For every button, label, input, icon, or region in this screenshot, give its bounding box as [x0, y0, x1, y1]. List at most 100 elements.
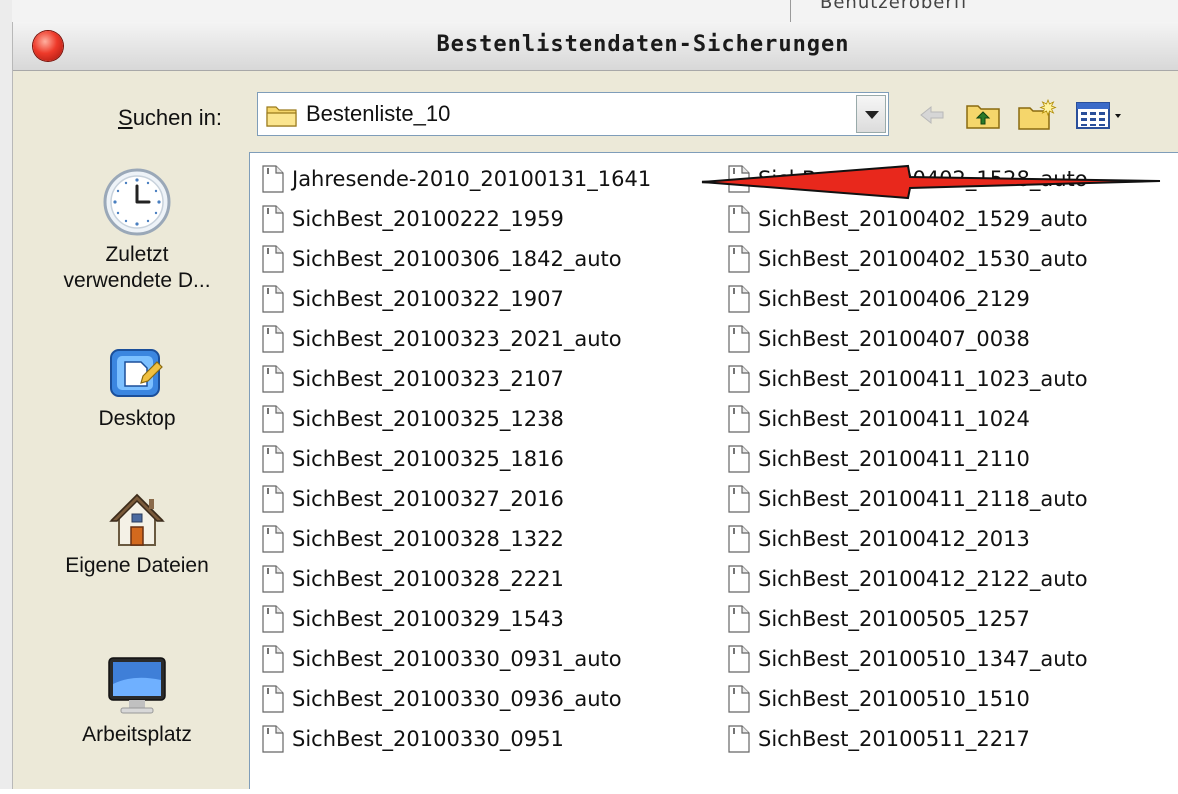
file-name: SichBest_20100407_0038 [758, 327, 1030, 351]
file-name: SichBest_20100505_1257 [758, 607, 1030, 631]
file-name: SichBest_20100402_1529_auto [758, 207, 1088, 231]
file-name: SichBest_20100511_2217 [758, 727, 1030, 751]
file-item[interactable]: SichBest_20100505_1257 [728, 605, 1088, 645]
look-in-combobox[interactable]: Bestenliste_10 [257, 92, 889, 136]
file-name: SichBest_20100327_2016 [292, 487, 564, 511]
file-item[interactable]: SichBest_20100325_1238 [262, 405, 651, 445]
look-in-mnemonic: S [118, 105, 133, 130]
file-item[interactable]: SichBest_20100222_1959 [262, 205, 651, 245]
file-name: SichBest_20100411_1024 [758, 407, 1030, 431]
file-item[interactable]: SichBest_20100406_2129 [728, 285, 1088, 325]
place-recent-label-1: Zuletzt [105, 243, 169, 266]
place-my-documents[interactable]: Eigene Dateien [41, 489, 233, 579]
place-recent[interactable]: Zuletzt verwendete D... [41, 166, 233, 294]
view-menu-icon[interactable] [1075, 98, 1129, 132]
file-item[interactable]: SichBest_20100306_1842_auto [262, 245, 651, 285]
file-item[interactable]: SichBest_20100412_2013 [728, 525, 1088, 565]
file-item[interactable]: SichBest_20100411_2118_auto [728, 485, 1088, 525]
file-icon [728, 645, 750, 673]
place-my-computer[interactable]: Arbeitsplatz [41, 654, 233, 748]
file-item[interactable]: SichBest_20100327_2016 [262, 485, 651, 525]
file-name: SichBest_20100330_0931_auto [292, 647, 622, 671]
places-bar: Zuletzt verwendete D... Desktop Eigene D… [41, 154, 233, 794]
home-icon [109, 493, 165, 546]
file-name: SichBest_20100412_2122_auto [758, 567, 1088, 591]
file-icon [262, 725, 284, 753]
file-item[interactable]: SichBest_20100510_1347_auto [728, 645, 1088, 685]
background-left-edge [0, 0, 12, 789]
up-folder-icon[interactable] [965, 98, 1001, 132]
file-icon [728, 205, 750, 233]
place-desktop[interactable]: Desktop [41, 344, 233, 432]
file-icon [262, 525, 284, 553]
file-item[interactable]: SichBest_20100329_1543 [262, 605, 651, 645]
file-name: SichBest_20100328_1322 [292, 527, 564, 551]
file-icon [262, 485, 284, 513]
file-item[interactable]: SichBest_20100412_2122_auto [728, 565, 1088, 605]
file-icon [262, 365, 284, 393]
file-name: SichBest_20100406_2129 [758, 287, 1030, 311]
file-item[interactable]: SichBest_20100402_1529_auto [728, 205, 1088, 245]
file-name: SichBest_20100330_0936_auto [292, 687, 622, 711]
file-icon [728, 405, 750, 433]
file-item[interactable]: SichBest_20100323_2107 [262, 365, 651, 405]
file-name: SichBest_20100510_1510 [758, 687, 1030, 711]
file-icon [262, 605, 284, 633]
file-icon [262, 405, 284, 433]
file-item[interactable]: SichBest_20100511_2217 [728, 725, 1088, 765]
file-icon [728, 445, 750, 473]
file-name: Jahresende-2010_20100131_1641 [292, 167, 652, 191]
file-column-1: Jahresende-2010_20100131_1641 SichBest_2… [262, 165, 651, 765]
file-icon [728, 485, 750, 513]
file-icon [262, 685, 284, 713]
computer-icon [108, 657, 166, 714]
file-item[interactable]: SichBest_20100323_2021_auto [262, 325, 651, 365]
file-item[interactable]: SichBest_20100411_1023_auto [728, 365, 1088, 405]
file-name: SichBest_20100510_1347_auto [758, 647, 1088, 671]
chevron-down-icon[interactable] [856, 95, 886, 133]
file-name: SichBest_20100325_1238 [292, 407, 564, 431]
file-item[interactable]: SichBest_20100510_1510 [728, 685, 1088, 725]
file-name: SichBest_20100411_2110 [758, 447, 1030, 471]
file-icon [728, 685, 750, 713]
look-in-label: Suchen in: [118, 105, 222, 131]
file-item[interactable]: SichBest_20100325_1816 [262, 445, 651, 485]
file-name: SichBest_20100222_1959 [292, 207, 564, 231]
file-name: SichBest_20100323_2107 [292, 367, 564, 391]
place-my-computer-label: Arbeitsplatz [82, 723, 192, 746]
file-list[interactable]: Jahresende-2010_20100131_1641 SichBest_2… [249, 152, 1178, 789]
file-name: SichBest_20100328_2221 [292, 567, 564, 591]
file-item[interactable]: SichBest_20100328_2221 [262, 565, 651, 605]
file-icon [728, 725, 750, 753]
close-button[interactable] [33, 31, 63, 61]
file-item[interactable]: SichBest_20100322_1907 [262, 285, 651, 325]
file-name: SichBest_20100330_0951 [292, 727, 564, 751]
file-item[interactable]: Jahresende-2010_20100131_1641 [262, 165, 651, 205]
back-arrow-icon[interactable] [915, 98, 949, 132]
file-icon [262, 285, 284, 313]
new-folder-icon[interactable] [1017, 98, 1057, 132]
file-item[interactable]: SichBest_20100411_1024 [728, 405, 1088, 445]
file-name: SichBest_20100306_1842_auto [292, 247, 622, 271]
file-name: SichBest_20100325_1816 [292, 447, 564, 471]
file-icon [262, 325, 284, 353]
file-item[interactable]: SichBest_20100402_1530_auto [728, 245, 1088, 285]
file-icon [728, 245, 750, 273]
file-icon [262, 165, 284, 193]
file-item[interactable]: SichBest_20100328_1322 [262, 525, 651, 565]
file-item[interactable]: SichBest_20100330_0936_auto [262, 685, 651, 725]
file-icon [728, 525, 750, 553]
file-icon [262, 245, 284, 273]
file-item[interactable]: SichBest_20100330_0931_auto [262, 645, 651, 685]
title-bar[interactable]: Bestenlistendaten-Sicherungen [13, 22, 1178, 71]
background-window-text: Benutzeroberfl [820, 0, 968, 13]
file-name: SichBest_20100402_1530_auto [758, 247, 1088, 271]
background-window: Benutzeroberfl [0, 0, 1178, 24]
file-icon [728, 285, 750, 313]
file-item[interactable]: SichBest_20100407_0038 [728, 325, 1088, 365]
file-item[interactable]: SichBest_20100330_0951 [262, 725, 651, 765]
file-name: SichBest_20100411_2118_auto [758, 487, 1088, 511]
desktop-icon [110, 349, 163, 397]
look-in-value: Bestenliste_10 [306, 101, 451, 126]
file-item[interactable]: SichBest_20100411_2110 [728, 445, 1088, 485]
